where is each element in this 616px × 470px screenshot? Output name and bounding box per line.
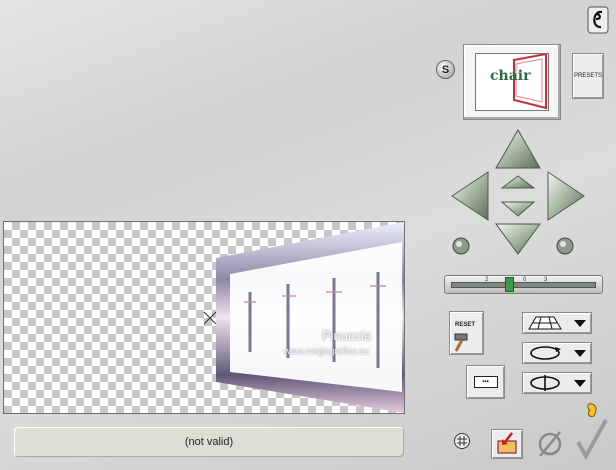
watermark-line2: www.magicgrafica.eu — [284, 346, 370, 356]
grid-perspective-icon — [528, 316, 562, 330]
status-bar: (not valid) — [14, 427, 404, 457]
cancel-button[interactable] — [536, 428, 564, 463]
preset-thumbnail[interactable]: chair — [463, 44, 561, 120]
settings-badge[interactable]: S — [436, 60, 455, 79]
canvas-size-button[interactable]: ▪▪▪ — [466, 365, 505, 399]
rotate-left-knob-icon[interactable] — [452, 237, 470, 255]
arrow-right-button[interactable] — [547, 171, 585, 221]
rotate-mode-dropdown[interactable] — [522, 342, 592, 364]
canvas-size-icon: ▪▪▪ — [473, 376, 498, 388]
app-logo-icon — [587, 6, 609, 34]
slider-tick: 3 — [544, 277, 548, 283]
center-crosshair-icon — [203, 311, 217, 325]
thumbnail-image: chair — [475, 53, 549, 111]
hammer-icon — [454, 333, 468, 352]
flip-ring-icon — [530, 375, 560, 391]
navigation-pad — [451, 129, 585, 255]
import-button[interactable] — [491, 429, 523, 459]
flip-mode-dropdown[interactable] — [522, 372, 592, 394]
distorted-image — [203, 222, 404, 413]
rotate-ring-icon — [530, 346, 561, 360]
reset-label: RESET — [455, 322, 476, 328]
slider-tick: 2 — [485, 277, 489, 283]
settings-badge-letter: S — [441, 63, 450, 76]
chevron-down-icon — [574, 379, 586, 387]
arrow-left-button[interactable] — [451, 171, 489, 221]
arrow-up-button[interactable] — [495, 129, 541, 169]
status-text: (not valid) — [184, 436, 234, 448]
thumbnail-text: chair — [490, 68, 531, 84]
rotate-right-knob-icon[interactable] — [556, 237, 574, 255]
chevron-down-icon — [574, 349, 586, 357]
watermark-line1: Pinuccia — [322, 328, 372, 343]
arrow-small-down-button[interactable] — [500, 201, 536, 217]
arrow-down-button[interactable] — [495, 223, 541, 255]
arrow-small-up-button[interactable] — [500, 175, 536, 189]
cancel-icon — [538, 431, 562, 457]
grid-mode-dropdown[interactable] — [522, 312, 592, 334]
chevron-down-icon — [574, 319, 586, 327]
ok-button[interactable] — [572, 398, 612, 465]
slider-tick: 0 — [523, 277, 527, 283]
depth-slider[interactable]: 2 0 3 — [444, 275, 603, 294]
reset-button[interactable]: RESET — [449, 311, 484, 355]
presets-label: PRESETS — [573, 73, 602, 79]
grid-toggle-icon[interactable] — [454, 433, 470, 449]
slider-handle[interactable] — [505, 277, 514, 292]
folder-import-icon — [497, 432, 517, 454]
ok-checkmark-icon — [576, 403, 608, 461]
preview-canvas[interactable]: Pinuccia www.magicgrafica.eu — [3, 221, 405, 414]
presets-button[interactable]: PRESETS — [572, 53, 604, 99]
